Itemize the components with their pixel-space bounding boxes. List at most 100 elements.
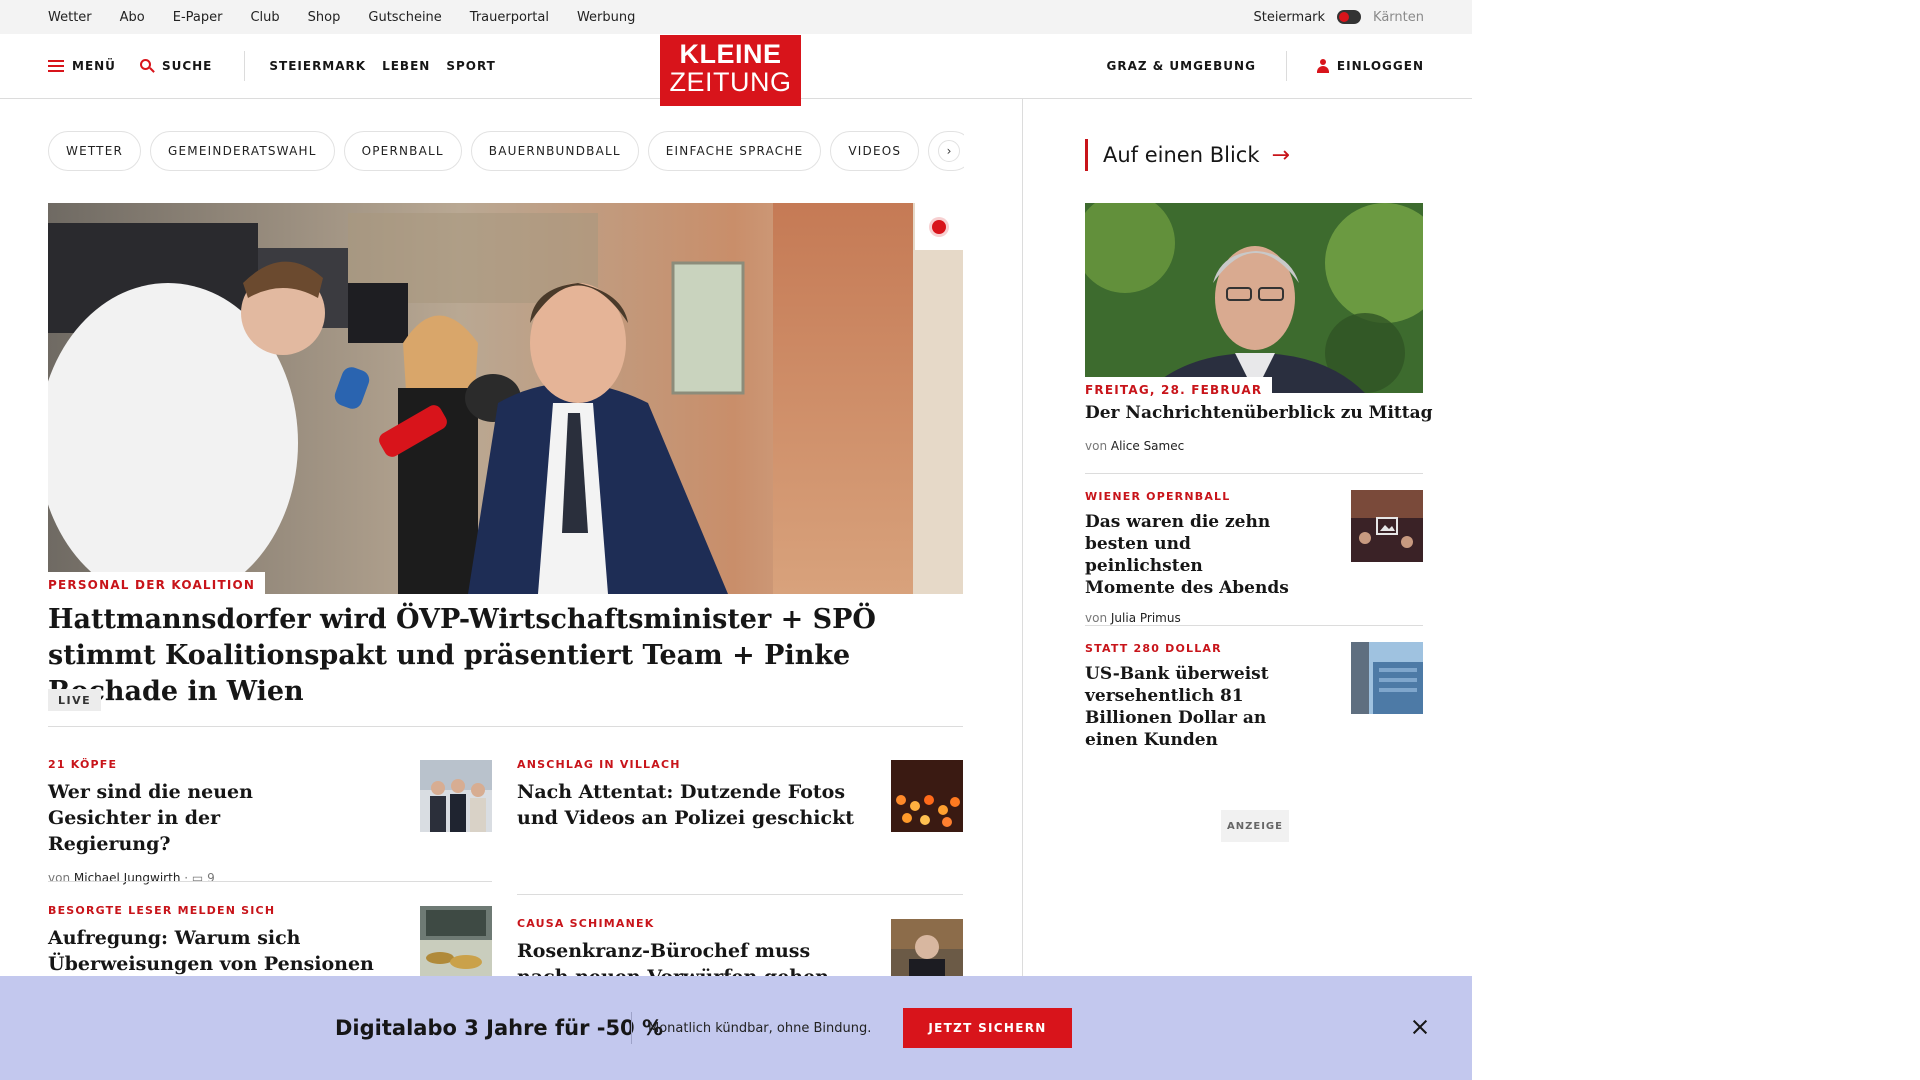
sidebar-heading[interactable]: Auf einen Blick → xyxy=(1085,139,1290,171)
sidebar-divider xyxy=(1085,625,1423,626)
teaser-villach[interactable]: ANSCHLAG IN VILLACH Nach Attentat: Dutze… xyxy=(517,758,857,831)
nav-graz-umgebung[interactable]: GRAZ & UMGEBUNG xyxy=(1107,59,1256,73)
banner-divider xyxy=(631,1012,632,1044)
menu-label: MENÜ xyxy=(72,59,116,73)
sidebar-lead-date: FREITAG, 28. FEBRUAR xyxy=(1085,377,1273,397)
sidebar-opernball-thumb[interactable] xyxy=(1351,490,1423,562)
menu-button[interactable]: MENÜ xyxy=(48,59,116,73)
comment-icon: · ▭ xyxy=(184,871,204,885)
lead-photo xyxy=(1085,203,1423,393)
utility-link-abo[interactable]: Abo xyxy=(120,10,145,25)
login-button[interactable]: EINLOGGEN xyxy=(1316,59,1424,73)
utility-link-shop[interactable]: Shop xyxy=(308,10,341,25)
utility-link-gutscheine[interactable]: Gutscheine xyxy=(368,10,441,25)
main-header: MENÜ SUCHE STEIERMARK LEBEN SPORT KLEINE… xyxy=(0,34,1472,106)
login-label: EINLOGGEN xyxy=(1336,59,1424,73)
utility-links: Wetter Abo E-Paper Club Shop Gutscheine … xyxy=(48,0,635,34)
sidebar-item-title[interactable]: US-Bank überweist versehentlich 81 Billi… xyxy=(1085,663,1315,751)
sidebar-lead-title[interactable]: Der Nachrichtenüberblick zu Mittag xyxy=(1085,403,1433,423)
sidebar-divider xyxy=(1085,473,1423,474)
pill-bauernbundball[interactable]: BAUERNBUNDBALL xyxy=(470,131,639,171)
sidebar-lead-image[interactable] xyxy=(1085,203,1423,393)
byline-prefix: von xyxy=(1085,611,1108,625)
teaser-title[interactable]: Nach Attentat: Dutzende Fotos und Videos… xyxy=(517,779,857,831)
byline-prefix: von xyxy=(1085,439,1108,453)
teaser-divider xyxy=(48,881,492,882)
banner-title: Digitalabo 3 Jahre für -50 % xyxy=(335,1016,664,1040)
live-dot-icon xyxy=(932,219,946,234)
pill-gemeinderatswahl[interactable]: GEMEINDERATSWAHL xyxy=(150,131,335,171)
hero-image[interactable] xyxy=(48,203,963,594)
banner-subtitle: Monatlich kündbar, ohne Bindung. xyxy=(648,1020,872,1036)
teaser-regierung-thumb[interactable] xyxy=(420,760,492,832)
region-steiermark[interactable]: Steiermark xyxy=(1253,10,1325,25)
header-nav: MENÜ SUCHE STEIERMARK LEBEN SPORT xyxy=(48,34,512,98)
sidebar-item-opernball[interactable]: WIENER OPERNBALL Das waren die zehn best… xyxy=(1085,490,1325,625)
sidebar-item-byline: von Julia Primus xyxy=(1085,611,1325,625)
region-kaernten[interactable]: Kärnten xyxy=(1373,10,1424,25)
hero-kicker: PERSONAL DER KOALITION xyxy=(48,572,266,596)
chevron-right-icon: › xyxy=(946,144,952,158)
logo-line-1: KLEINE xyxy=(679,39,782,69)
pill-einfache-sprache[interactable]: EINFACHE SPRACHE xyxy=(647,131,822,171)
close-icon[interactable] xyxy=(1409,1016,1431,1038)
live-badge: LIVE xyxy=(48,689,102,711)
utility-link-epaper[interactable]: E-Paper xyxy=(173,10,223,25)
search-button[interactable]: SUCHE xyxy=(139,59,213,73)
byline-author[interactable]: Julia Primus xyxy=(1111,611,1181,625)
thumb-photo xyxy=(1351,642,1423,714)
byline-author[interactable]: Michael Jungwirth xyxy=(74,871,181,885)
topic-pills: WETTER GEMEINDERATSWAHL OPERNBALL BAUERN… xyxy=(48,131,964,171)
arrow-right-icon: → xyxy=(1271,142,1290,168)
toggle-knob xyxy=(1339,12,1350,22)
header-right: GRAZ & UMGEBUNG EINLOGGEN xyxy=(1107,34,1425,98)
search-label: SUCHE xyxy=(161,59,213,73)
nav-leben[interactable]: LEBEN xyxy=(382,59,430,73)
teaser-kicker: 21 KÖPFE xyxy=(48,758,118,771)
sidebar-item-title[interactable]: Das waren die zehn besten und peinlichst… xyxy=(1085,511,1295,599)
column-divider xyxy=(1022,99,1023,979)
region-toggle[interactable] xyxy=(1337,10,1362,24)
site-logo[interactable]: KLEINE ZEITUNG xyxy=(660,35,801,106)
logo-line-2: ZEITUNG xyxy=(669,67,792,97)
teaser-title[interactable]: Aufregung: Warum sich Überweisungen von … xyxy=(48,925,378,977)
nav-sport[interactable]: SPORT xyxy=(446,59,496,73)
user-icon xyxy=(1316,59,1329,73)
thumb-photo xyxy=(1351,490,1423,562)
comment-count: 9 xyxy=(207,871,215,885)
hamburger-icon xyxy=(48,60,64,72)
byline-author[interactable]: Alice Samec xyxy=(1111,439,1184,453)
utility-link-club[interactable]: Club xyxy=(250,10,279,25)
utility-link-werbung[interactable]: Werbung xyxy=(577,10,635,25)
live-indicator xyxy=(915,203,963,250)
sidebar-item-usbank[interactable]: STATT 280 DOLLAR US-Bank überweist verse… xyxy=(1085,642,1325,751)
teaser-pensionen-thumb[interactable] xyxy=(420,906,492,978)
sidebar-item-kicker: STATT 280 DOLLAR xyxy=(1085,642,1222,655)
hero-divider xyxy=(48,726,963,727)
header-divider xyxy=(1285,51,1287,81)
teaser-regierung[interactable]: 21 KÖPFE Wer sind die neuen Gesichter in… xyxy=(48,758,388,885)
sidebar-item-kicker: WIENER OPERNBALL xyxy=(1085,490,1231,503)
region-switch: Steiermark Kärnten xyxy=(1253,0,1424,34)
pills-next-button[interactable]: › xyxy=(938,140,960,162)
subscribe-button[interactable]: JETZT SICHERN xyxy=(903,1008,1072,1048)
sidebar-usbank-thumb[interactable] xyxy=(1351,642,1423,714)
news-page: Wetter Abo E-Paper Club Shop Gutscheine … xyxy=(0,0,1472,1080)
ad-label: ANZEIGE xyxy=(1221,810,1289,842)
pill-opernball[interactable]: OPERNBALL xyxy=(343,131,462,171)
teaser-kicker: ANSCHLAG IN VILLACH xyxy=(517,758,681,771)
teaser-pensionen[interactable]: BESORGTE LESER MELDEN SICH Aufregung: Wa… xyxy=(48,904,388,977)
pill-wetter[interactable]: WETTER xyxy=(48,131,142,171)
utility-link-trauerportal[interactable]: Trauerportal xyxy=(470,10,549,25)
thumb-photo xyxy=(420,760,492,832)
thumb-photo xyxy=(891,760,963,832)
subscription-banner: Digitalabo 3 Jahre für -50 % Monatlich k… xyxy=(0,976,1472,1080)
nav-steiermark[interactable]: STEIERMARK xyxy=(269,59,366,73)
hero-photo xyxy=(48,203,963,594)
pill-videos[interactable]: VIDEOS xyxy=(830,131,920,171)
nav-divider xyxy=(244,51,246,81)
teaser-villach-thumb[interactable] xyxy=(891,760,963,832)
teaser-title[interactable]: Wer sind die neuen Gesichter in der Regi… xyxy=(48,779,348,857)
utility-link-wetter[interactable]: Wetter xyxy=(48,10,92,25)
hero-headline[interactable]: Hattmannsdorfer wird ÖVP-Wirtschaftsmini… xyxy=(48,602,963,710)
